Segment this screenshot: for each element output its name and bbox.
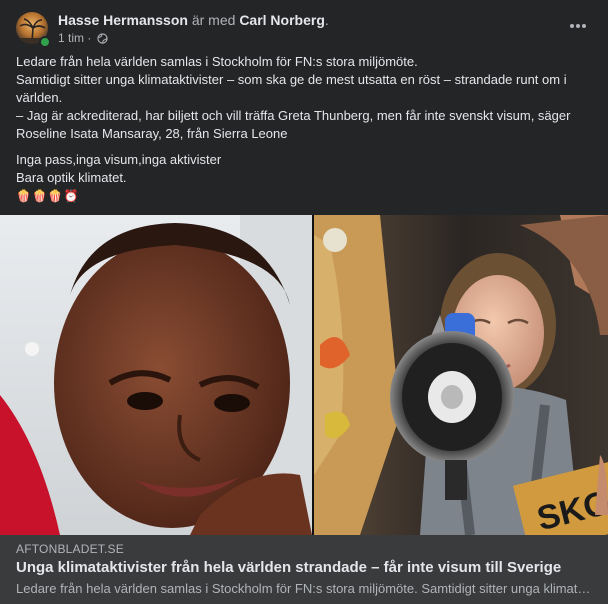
- post-time[interactable]: 1 tim: [58, 31, 84, 45]
- more-options-icon: [570, 24, 586, 28]
- post-meta: 1 tim ·: [58, 30, 108, 48]
- author-name[interactable]: Hasse Hermansson: [58, 12, 188, 28]
- with-text: är med: [191, 12, 236, 28]
- author-line-punct: .: [324, 12, 329, 28]
- globe-icon[interactable]: [97, 32, 108, 48]
- facebook-post: Hasse Hermansson är med Carl Norberg. 1 …: [0, 0, 608, 604]
- post-paragraph: Inga pass,inga visum,inga aktivister: [16, 152, 222, 167]
- post-text: Ledare från hela världen samlas i Stockh…: [16, 53, 596, 205]
- link-description: Ledare från hela världen samlas i Stockh…: [16, 581, 594, 596]
- author-line: Hasse Hermansson är med Carl Norberg.: [58, 11, 329, 29]
- post-paragraph: Ledare från hela världen samlas i Stockh…: [16, 54, 418, 69]
- link-domain: AFTONBLADET.SE: [16, 542, 124, 556]
- post-header: Hasse Hermansson är med Carl Norberg. 1 …: [0, 0, 608, 52]
- online-status-dot: [39, 36, 51, 48]
- tagged-name[interactable]: Carl Norberg: [239, 12, 325, 28]
- post-paragraph: – Jag är ackrediterad, har biljett och v…: [16, 108, 571, 141]
- link-title[interactable]: Unga klimataktivister från hela världen …: [16, 559, 596, 576]
- post-paragraph: Bara optik klimatet.: [16, 170, 127, 185]
- link-preview[interactable]: AFTONBLADET.SE Unga klimataktivister frå…: [0, 535, 608, 604]
- popcorn-clock-emojis: 🍿🍿🍿⏰: [16, 189, 80, 203]
- post-paragraph: Samtidigt sitter unga klimataktivister –…: [16, 72, 567, 105]
- meta-separator: ·: [87, 31, 92, 45]
- link-preview-image[interactable]: SKO: [0, 215, 608, 535]
- more-options-button[interactable]: [560, 12, 596, 40]
